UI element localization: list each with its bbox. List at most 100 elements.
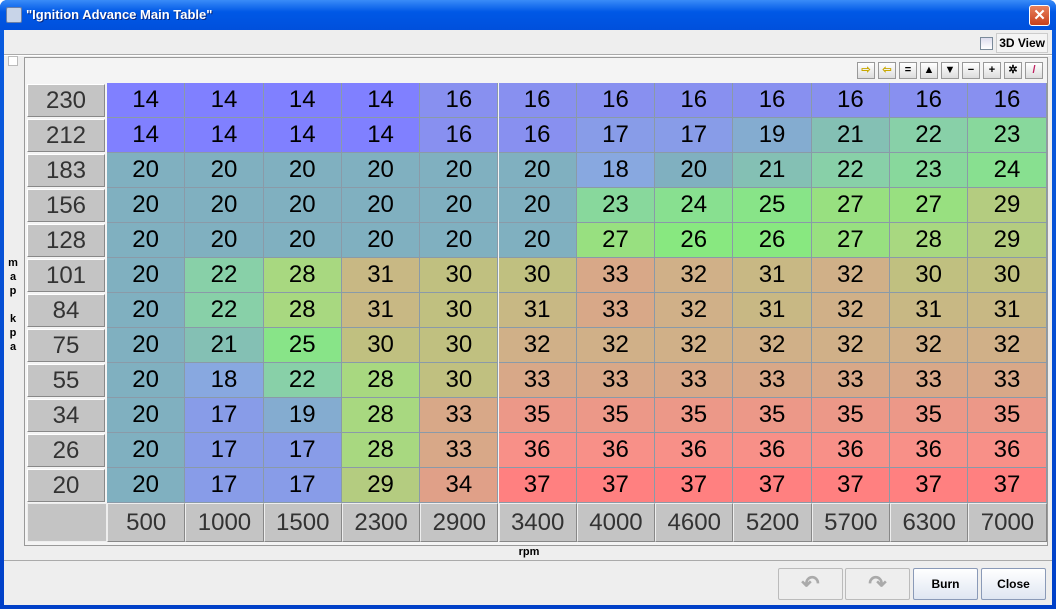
table-cell[interactable]: 32 [655,258,734,293]
table-cell[interactable]: 30 [968,258,1047,293]
table-cell[interactable]: 17 [185,433,264,468]
table-cell[interactable]: 14 [263,83,342,118]
table-cell[interactable]: 28 [263,293,342,328]
table-cell[interactable]: 16 [655,83,734,118]
table-cell[interactable]: 17 [185,398,264,433]
table-cell[interactable]: 30 [420,293,499,328]
table-cell[interactable]: 27 [576,223,656,258]
table-cell[interactable]: 14 [263,118,342,153]
table-cell[interactable]: 35 [655,398,734,433]
column-header[interactable]: 1000 [185,503,264,542]
table-cell[interactable]: 37 [890,468,969,503]
table-cell[interactable]: 37 [733,468,812,503]
table-cell[interactable]: 36 [811,433,890,468]
table-cell[interactable]: 23 [890,153,969,188]
table-cell[interactable]: 20 [498,153,577,188]
table-cell[interactable]: 37 [655,468,734,503]
table-cell[interactable]: 22 [263,363,342,398]
multiply-button[interactable]: ✲ [1004,62,1022,79]
table-cell[interactable]: 25 [263,328,342,363]
row-header[interactable]: 212 [27,119,105,152]
table-cell[interactable]: 33 [890,363,969,398]
table-cell[interactable]: 29 [341,468,421,503]
table-cell[interactable]: 29 [968,223,1047,258]
table-cell[interactable]: 18 [185,363,264,398]
table-cell[interactable]: 31 [733,258,812,293]
paint-button[interactable]: / [1025,62,1043,79]
undo-button[interactable]: ↶ [778,568,843,600]
table-cell[interactable]: 33 [576,293,656,328]
redo-button[interactable]: ↷ [845,568,910,600]
table-cell[interactable]: 33 [733,363,812,398]
table-cell[interactable]: 24 [968,153,1047,188]
table-cell[interactable]: 18 [576,153,656,188]
row-header[interactable]: 128 [27,224,105,257]
view3d-label[interactable]: 3D View [996,33,1048,53]
row-header[interactable]: 75 [27,329,105,362]
burn-button[interactable]: Burn [913,568,978,600]
row-header[interactable]: 183 [27,154,105,187]
row-header[interactable]: 34 [27,399,105,432]
table-cell[interactable]: 19 [263,398,342,433]
table-cell[interactable]: 30 [420,258,499,293]
column-header[interactable]: 7000 [968,503,1047,542]
column-header[interactable]: 4000 [576,503,656,542]
shift-left-button[interactable]: ⇦ [878,62,896,79]
table-cell[interactable]: 26 [733,223,812,258]
table-cell[interactable]: 16 [811,83,890,118]
table-cell[interactable]: 32 [576,328,656,363]
table-cell[interactable]: 20 [107,153,186,188]
add-button[interactable]: + [983,62,1001,79]
table-cell[interactable]: 30 [498,258,577,293]
row-header[interactable]: 84 [27,294,105,327]
table-cell[interactable]: 32 [498,328,577,363]
table-cell[interactable]: 33 [655,363,734,398]
set-equal-button[interactable]: = [899,62,917,79]
table-cell[interactable]: 16 [498,83,577,118]
table-cell[interactable]: 20 [185,153,264,188]
column-header[interactable]: 2900 [420,503,499,542]
table-cell[interactable]: 35 [498,398,577,433]
row-header[interactable]: 156 [27,189,105,222]
column-header[interactable]: 5700 [811,503,890,542]
table-cell[interactable]: 36 [968,433,1047,468]
table-cell[interactable]: 14 [185,83,264,118]
table-cell[interactable]: 32 [811,328,890,363]
table-cell[interactable]: 28 [263,258,342,293]
table-cell[interactable]: 20 [107,363,186,398]
table-cell[interactable]: 23 [576,188,656,223]
row-header[interactable]: 101 [27,259,105,292]
table-cell[interactable]: 36 [498,433,577,468]
table-cell[interactable]: 20 [107,433,186,468]
table-cell[interactable]: 35 [811,398,890,433]
table-cell[interactable]: 31 [733,293,812,328]
table-cell[interactable]: 16 [498,118,577,153]
table-cell[interactable]: 17 [185,468,264,503]
table-cell[interactable]: 33 [576,258,656,293]
table-cell[interactable]: 37 [968,468,1047,503]
table-cell[interactable]: 20 [107,223,186,258]
table-cell[interactable]: 32 [811,293,890,328]
view3d-checkbox[interactable] [980,36,994,50]
table-cell[interactable]: 33 [968,363,1047,398]
table-cell[interactable]: 16 [420,83,499,118]
table-cell[interactable]: 20 [498,188,577,223]
table-cell[interactable]: 27 [811,188,890,223]
table-cell[interactable]: 22 [185,258,264,293]
table-cell[interactable]: 16 [420,118,499,153]
subtract-button[interactable]: − [962,62,980,79]
column-header[interactable]: 1500 [263,503,342,542]
table-cell[interactable]: 37 [811,468,890,503]
row-header[interactable]: 230 [27,84,105,117]
row-header[interactable]: 20 [27,469,105,502]
table-cell[interactable]: 32 [890,328,969,363]
row-header[interactable]: 55 [27,364,105,397]
table-cell[interactable]: 31 [890,293,969,328]
table-cell[interactable]: 20 [341,223,421,258]
table-cell[interactable]: 36 [655,433,734,468]
table-cell[interactable]: 20 [263,153,342,188]
table-cell[interactable]: 20 [185,188,264,223]
column-header[interactable]: 2300 [341,503,421,542]
table-cell[interactable]: 20 [341,188,421,223]
row-header[interactable]: 26 [27,434,105,467]
